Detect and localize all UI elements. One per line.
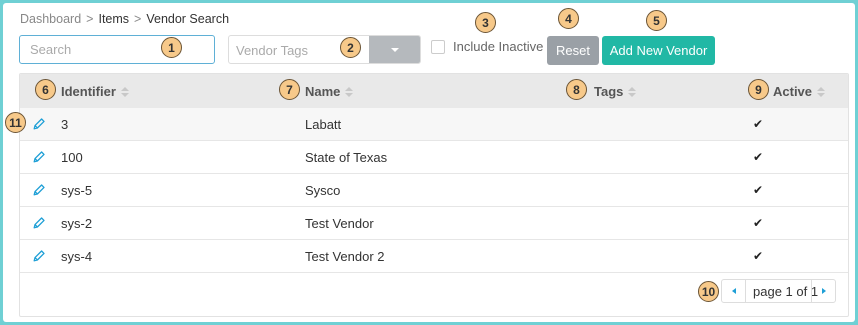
table-row[interactable]: sys-5 Sysco ✔ [20,174,848,207]
sort-icon[interactable] [120,86,129,97]
cell-identifier: sys-4 [61,249,93,264]
include-inactive-label[interactable]: Include Inactive [453,39,543,54]
checkmark-icon: ✔ [753,249,764,263]
next-page-button[interactable] [811,280,835,302]
checkmark-icon: ✔ [753,117,764,131]
table-header: Identifier Name Tags Active [20,74,848,108]
sort-icon[interactable] [628,86,637,97]
cell-identifier: sys-5 [61,183,93,198]
edit-pencil-icon[interactable] [32,117,46,131]
edit-pencil-icon[interactable] [32,183,46,197]
cell-name: Test Vendor [305,216,374,231]
checkmark-icon: ✔ [753,150,764,164]
table-row[interactable]: sys-4 Test Vendor 2 ✔ [20,240,848,273]
sort-icon[interactable] [817,86,826,97]
annotation-marker: 8 [566,79,587,100]
column-header-identifier[interactable]: Identifier [61,84,129,99]
column-header-label: Identifier [61,84,116,99]
annotation-marker: 3 [475,12,496,33]
annotation-marker: 9 [748,79,769,100]
cell-identifier: sys-2 [61,216,93,231]
breadcrumb-current: Vendor Search [146,12,230,26]
cell-name: Test Vendor 2 [305,249,385,264]
breadcrumb-separator: > [86,12,94,26]
annotation-marker: 11 [5,112,26,133]
annotation-marker: 2 [340,37,361,58]
column-header-label: Name [305,84,341,99]
page-frame: Dashboard > Items > Vendor Search Vendor Tag… [3,3,855,322]
cell-name: Labatt [305,117,342,132]
breadcrumb-items[interactable]: Items [98,12,129,26]
breadcrumb-separator: > [134,12,142,26]
cell-name: Sysco [305,183,341,198]
breadcrumb: Dashboard > Items > Vendor Search [20,12,229,26]
annotation-marker: 1 [161,37,182,58]
edit-pencil-icon[interactable] [32,216,46,230]
caret-down-icon [390,47,399,52]
vendor-tags-placeholder: Vendor Tags [236,43,309,58]
table-row[interactable]: 100 State of Texas ✔ [20,141,848,174]
annotation-marker: 4 [558,8,579,29]
cell-identifier: 3 [61,117,69,132]
pagination: page 1 of 1 [721,279,836,303]
vendor-tags-dropdown-button[interactable] [369,36,420,63]
edit-pencil-icon[interactable] [32,150,46,164]
column-header-label: Active [773,84,813,99]
annotation-marker: 5 [646,10,667,31]
table-row[interactable]: sys-2 Test Vendor ✔ [20,207,848,240]
column-header-name[interactable]: Name [305,84,354,99]
breadcrumb-dashboard[interactable]: Dashboard [20,12,81,26]
page-indicator: page 1 of 1 [753,284,819,299]
add-new-vendor-button[interactable]: Add New Vendor [602,36,715,65]
table-row[interactable]: 3 Labatt ✔ [20,108,848,141]
checkmark-icon: ✔ [753,183,764,197]
annotation-marker: 7 [279,79,300,100]
chevron-left-icon [731,288,736,294]
previous-page-button[interactable] [722,280,746,302]
cell-identifier: 100 [61,150,83,165]
sort-icon[interactable] [345,86,354,97]
chevron-right-icon [821,288,826,294]
checkmark-icon: ✔ [753,216,764,230]
cell-name: State of Texas [305,150,388,165]
column-header-label: Tags [594,84,624,99]
column-header-tags[interactable]: Tags [594,84,637,99]
edit-pencil-icon[interactable] [32,249,46,263]
reset-button[interactable]: Reset [547,36,599,65]
annotation-marker: 6 [35,79,56,100]
annotation-marker: 10 [698,281,719,302]
column-header-active[interactable]: Active [773,84,826,99]
vendor-tags-select[interactable]: Vendor Tags [228,35,421,64]
include-inactive-checkbox[interactable] [431,40,445,54]
search-input[interactable] [19,35,215,64]
